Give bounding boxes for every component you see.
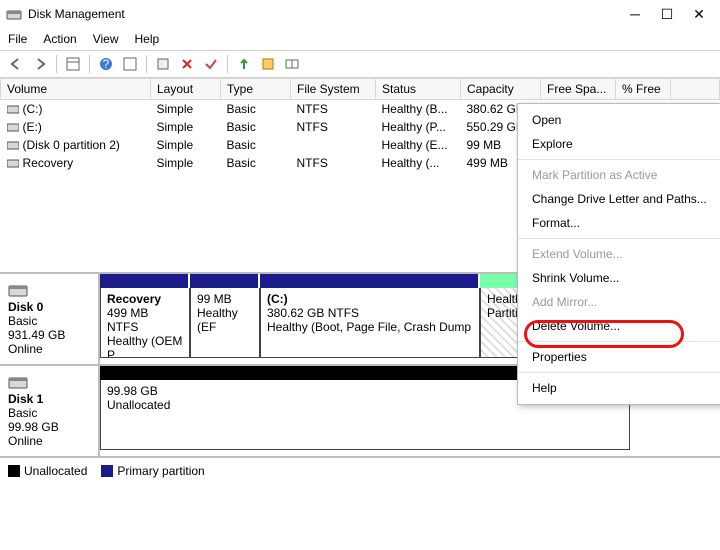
col-pctfree[interactable]: % Free	[616, 79, 671, 100]
partition[interactable]: 99 MBHealthy (EF	[190, 288, 260, 358]
legend: Unallocated Primary partition	[0, 458, 720, 484]
menu-item-extend-volume: Extend Volume...	[518, 242, 720, 266]
check-icon[interactable]	[201, 54, 221, 74]
menu-item-open[interactable]: Open	[518, 108, 720, 132]
toolbar-icon-2[interactable]	[234, 54, 254, 74]
menu-item-change-drive-letter-and-paths[interactable]: Change Drive Letter and Paths...	[518, 187, 720, 211]
titlebar: Disk Management ─ ☐ ✕	[0, 0, 720, 28]
delete-icon[interactable]	[177, 54, 197, 74]
svg-text:?: ?	[103, 57, 110, 71]
menu-item-delete-volume[interactable]: Delete Volume...	[518, 314, 720, 338]
menu-item-format[interactable]: Format...	[518, 211, 720, 235]
refresh-icon[interactable]	[120, 54, 140, 74]
toolbar-icon-4[interactable]	[282, 54, 302, 74]
disk-header[interactable]: Disk 0Basic931.49 GBOnline	[0, 274, 100, 364]
context-menu: OpenExplore Mark Partition as ActiveChang…	[517, 103, 720, 405]
menu-item-add-mirror: Add Mirror...	[518, 290, 720, 314]
partition[interactable]: (C:)380.62 GB NTFSHealthy (Boot, Page Fi…	[260, 288, 480, 358]
menu-help[interactable]: Help	[135, 32, 160, 46]
toolbar-icon-3[interactable]	[258, 54, 278, 74]
menu-view[interactable]: View	[93, 32, 119, 46]
partition[interactable]: Recovery499 MB NTFSHealthy (OEM P	[100, 288, 190, 358]
help-icon[interactable]: ?	[96, 54, 116, 74]
menu-item-shrink-volume[interactable]: Shrink Volume...	[518, 266, 720, 290]
window-title: Disk Management	[28, 7, 628, 21]
menu-item-mark-partition-as-active: Mark Partition as Active	[518, 163, 720, 187]
col-status[interactable]: Status	[376, 79, 461, 100]
forward-button[interactable]	[30, 54, 50, 74]
legend-primary: Primary partition	[117, 464, 204, 478]
legend-unallocated: Unallocated	[24, 464, 87, 478]
menu-item-explore[interactable]: Explore	[518, 132, 720, 156]
toolbar: ?	[0, 51, 720, 78]
col-layout[interactable]: Layout	[151, 79, 221, 100]
properties-icon[interactable]	[153, 54, 173, 74]
col-volume[interactable]: Volume	[1, 79, 151, 100]
menu-action[interactable]: Action	[43, 32, 76, 46]
menu-file[interactable]: File	[8, 32, 27, 46]
col-fs[interactable]: File System	[291, 79, 376, 100]
close-button[interactable]: ✕	[692, 7, 706, 21]
maximize-button[interactable]: ☐	[660, 7, 674, 21]
col-type[interactable]: Type	[221, 79, 291, 100]
disk-header[interactable]: Disk 1Basic99.98 GBOnline	[0, 366, 100, 456]
toolbar-icon[interactable]	[63, 54, 83, 74]
menu-item-help[interactable]: Help	[518, 376, 720, 400]
app-icon	[6, 6, 22, 22]
menubar: File Action View Help	[0, 28, 720, 51]
back-button[interactable]	[6, 54, 26, 74]
col-capacity[interactable]: Capacity	[461, 79, 541, 100]
menu-item-properties[interactable]: Properties	[518, 345, 720, 369]
minimize-button[interactable]: ─	[628, 7, 642, 21]
col-free[interactable]: Free Spa...	[541, 79, 616, 100]
